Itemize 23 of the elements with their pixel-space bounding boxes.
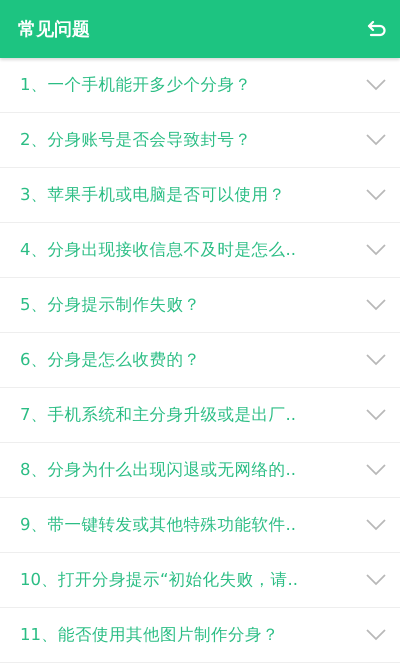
question-text: 7、手机系统和主分身升级或是出厂..: [20, 404, 296, 426]
question-text: 5、分身提示制作失败？: [20, 294, 200, 316]
question-text: 8、分身为什么出现闪退或无网络的..: [20, 459, 296, 481]
page-title: 常见问题: [18, 18, 90, 41]
faq-item[interactable]: 4、分身出现接收信息不及时是怎么..: [0, 223, 400, 278]
question-text: 4、分身出现接收信息不及时是怎么..: [20, 239, 296, 261]
question-text: 1、一个手机能开多少个分身？: [20, 74, 252, 96]
faq-item[interactable]: 6、分身是怎么收费的？: [0, 333, 400, 388]
faq-item[interactable]: 10、打开分身提示“初始化失败，请..: [0, 553, 400, 608]
faq-item[interactable]: 5、分身提示制作失败？: [0, 278, 400, 333]
question-text: 11、能否使用其他图片制作分身？: [20, 624, 279, 646]
faq-item[interactable]: 1、一个手机能开多少个分身？: [0, 58, 400, 113]
question-text: 9、带一键转发或其他特殊功能软件..: [20, 514, 296, 536]
question-text: 6、分身是怎么收费的？: [20, 349, 200, 371]
faq-item[interactable]: 8、分身为什么出现闪退或无网络的..: [0, 443, 400, 498]
faq-item[interactable]: 9、带一键转发或其他特殊功能软件..: [0, 498, 400, 553]
faq-item[interactable]: 11、能否使用其他图片制作分身？: [0, 608, 400, 663]
faq-item[interactable]: 7、手机系统和主分身升级或是出厂..: [0, 388, 400, 443]
question-text: 3、苹果手机或电脑是否可以使用？: [20, 184, 286, 206]
faq-item[interactable]: 3、苹果手机或电脑是否可以使用？: [0, 168, 400, 223]
question-text: 10、打开分身提示“初始化失败，请..: [20, 569, 298, 591]
faq-item[interactable]: 2、分身账号是否会导致封号？: [0, 113, 400, 168]
question-text: 2、分身账号是否会导致封号？: [20, 129, 252, 151]
